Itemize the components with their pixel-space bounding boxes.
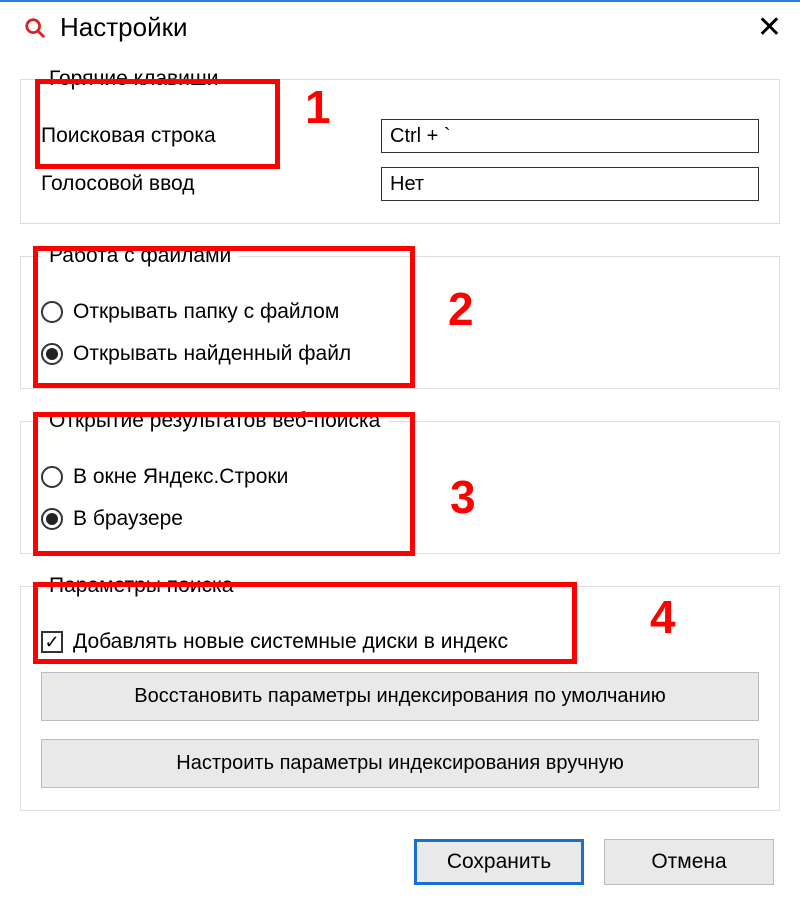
search-params-legend: Параметры поиска	[41, 574, 241, 598]
radio-checked-icon	[41, 343, 63, 365]
settings-window: Настройки ✕ Горячие клавиши Поисковая ст…	[0, 0, 800, 914]
files-legend: Работа с файлами	[41, 244, 239, 268]
open-folder-radio[interactable]: Открывать папку с файлом	[41, 300, 759, 324]
radio-checked-icon	[41, 508, 63, 530]
open-file-radio[interactable]: Открывать найденный файл	[41, 342, 759, 366]
radio-icon	[41, 301, 63, 323]
search-hotkey-input[interactable]	[381, 119, 759, 153]
in-window-label: В окне Яндекс.Строки	[73, 465, 288, 489]
voice-hotkey-row: Голосовой ввод	[41, 167, 759, 201]
cancel-button[interactable]: Отмена	[604, 839, 774, 885]
titlebar: Настройки ✕	[0, 2, 800, 47]
voice-hotkey-label: Голосовой ввод	[41, 172, 381, 196]
window-title: Настройки	[60, 12, 188, 43]
hotkeys-legend: Горячие клавиши	[41, 67, 226, 91]
search-params-group: Параметры поиска Добавлять новые системн…	[20, 574, 780, 811]
in-browser-label: В браузере	[73, 507, 183, 531]
restore-defaults-button[interactable]: Восстановить параметры индексирования по…	[41, 672, 759, 721]
files-group: Работа с файлами Открывать папку с файло…	[20, 244, 780, 389]
close-icon[interactable]: ✕	[757, 13, 782, 43]
checkbox-checked-icon	[41, 631, 63, 653]
save-button[interactable]: Сохранить	[414, 839, 584, 885]
add-disks-label: Добавлять новые системные диски в индекс	[73, 630, 508, 654]
content-area: Горячие клавиши Поисковая строка Голосов…	[0, 67, 800, 811]
footer-buttons: Сохранить Отмена	[0, 811, 800, 885]
search-hotkey-label: Поисковая строка	[41, 124, 381, 148]
configure-manual-button[interactable]: Настроить параметры индексирования вручн…	[41, 739, 759, 788]
add-disks-checkbox[interactable]: Добавлять новые системные диски в индекс	[41, 630, 759, 654]
web-results-group: Открытие результатов веб-поиска В окне Я…	[20, 409, 780, 554]
search-hotkey-row: Поисковая строка	[41, 119, 759, 153]
open-folder-label: Открывать папку с файлом	[73, 300, 339, 324]
in-window-radio[interactable]: В окне Яндекс.Строки	[41, 465, 759, 489]
hotkeys-group: Горячие клавиши Поисковая строка Голосов…	[20, 67, 780, 224]
voice-hotkey-input[interactable]	[381, 167, 759, 201]
open-file-label: Открывать найденный файл	[73, 342, 351, 366]
web-results-legend: Открытие результатов веб-поиска	[41, 409, 388, 433]
search-icon	[22, 15, 48, 41]
radio-icon	[41, 466, 63, 488]
in-browser-radio[interactable]: В браузере	[41, 507, 759, 531]
